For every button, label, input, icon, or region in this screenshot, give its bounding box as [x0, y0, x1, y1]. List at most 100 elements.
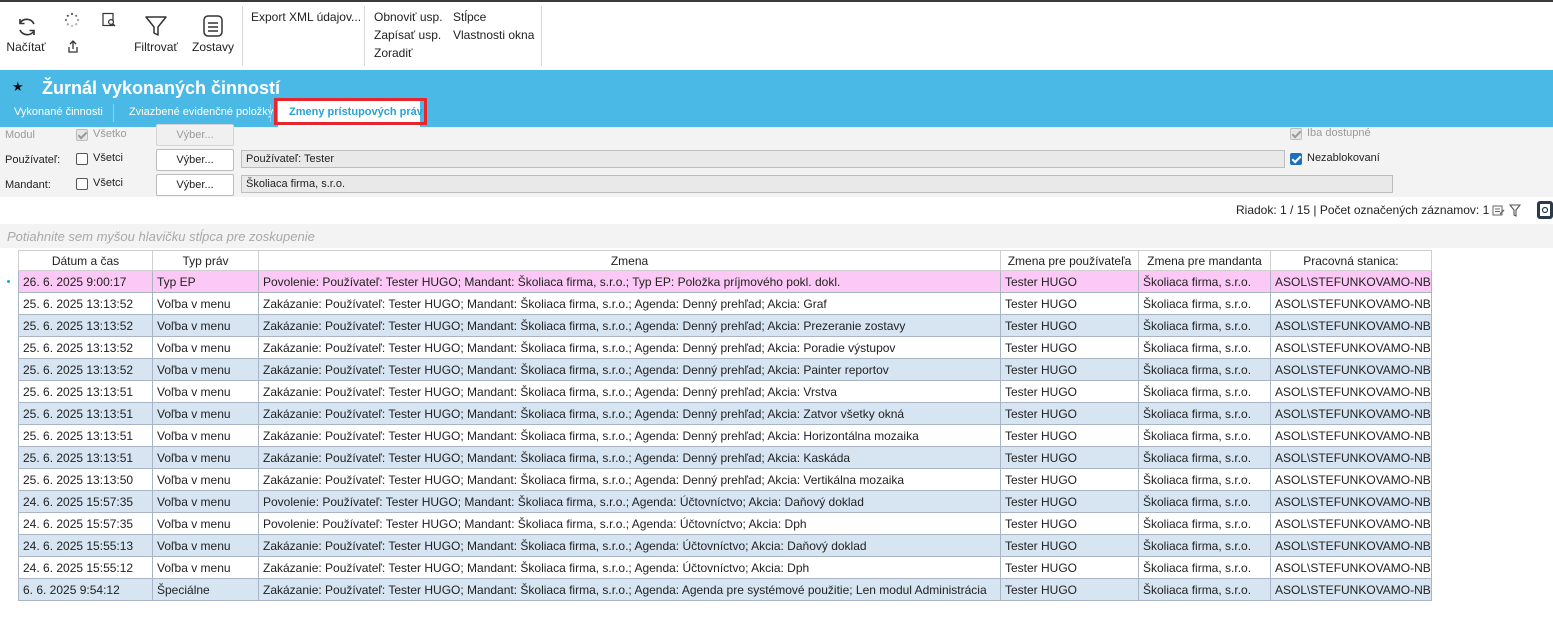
user-select-button[interactable]: Výber... — [156, 149, 234, 171]
loading-spinner-icon[interactable] — [64, 12, 80, 28]
cell-workstation: ASOL\STEFUNKOVAMO-NB — [1270, 578, 1432, 601]
reports-button[interactable]: Zostavy — [191, 14, 235, 66]
table-row[interactable]: 24. 6. 2025 15:57:35 Voľba v menu Povole… — [18, 490, 1432, 513]
load-button[interactable]: Načítať — [4, 14, 48, 66]
cell-workstation: ASOL\STEFUNKOVAMO-NB — [1270, 336, 1432, 359]
columns-button[interactable]: Stĺpce — [453, 10, 486, 24]
cell-change: Povolenie: Používateľ: Tester HUGO; Mand… — [258, 490, 1001, 513]
table-row[interactable]: 25. 6. 2025 13:13:51 Voľba v menu Zakáza… — [18, 380, 1432, 403]
cell-user-change: Tester HUGO — [1000, 468, 1139, 491]
refresh-icon — [19, 18, 35, 36]
filter-button[interactable]: Filtrovať — [134, 14, 178, 66]
table-row[interactable]: 24. 6. 2025 15:55:12 Voľba v menu Zakáza… — [18, 556, 1432, 579]
column-header-workstation[interactable]: Pracovná stanica: — [1270, 250, 1432, 271]
table-row[interactable]: 25. 6. 2025 13:13:52 Voľba v menu Zakáza… — [18, 336, 1432, 359]
cell-change: Zakázanie: Používateľ: Tester HUGO; Mand… — [258, 424, 1001, 447]
tab-performed-activities[interactable]: Vykonané činnosti — [14, 106, 103, 118]
cell-change: Zakázanie: Používateľ: Tester HUGO; Mand… — [258, 380, 1001, 403]
column-header-datetime[interactable]: Dátum a čas — [18, 250, 153, 271]
user-value-field[interactable]: Používateľ: Tester — [241, 150, 1285, 168]
table-row[interactable]: 25. 6. 2025 13:13:52 Voľba v menu Zakáza… — [18, 292, 1432, 315]
cell-user-change: Tester HUGO — [1000, 402, 1139, 425]
cell-change: Zakázanie: Používateľ: Tester HUGO; Mand… — [258, 556, 1001, 579]
table-row[interactable]: 25. 6. 2025 13:13:52 Voľba v menu Zakáza… — [18, 314, 1432, 337]
cell-datetime: 24. 6. 2025 15:57:35 — [18, 512, 153, 535]
table-row[interactable]: 24. 6. 2025 15:57:35 Voľba v menu Povole… — [18, 512, 1432, 535]
cell-user-change: Tester HUGO — [1000, 446, 1139, 469]
cell-mandant-change: Školiaca firma, s.r.o. — [1138, 578, 1271, 601]
cell-datetime: 25. 6. 2025 13:13:52 — [18, 292, 153, 315]
group-by-drop-area[interactable]: Potiahnite sem myšou hlavičku stĺpca pre… — [0, 224, 1553, 248]
module-all-checkbox[interactable] — [76, 129, 88, 141]
table-row[interactable]: 24. 6. 2025 15:55:13 Voľba v menu Zakáza… — [18, 534, 1432, 557]
grid-filter-icon[interactable] — [1509, 204, 1521, 217]
refresh-settings-button[interactable]: Obnoviť usp. — [374, 10, 443, 24]
cell-workstation: ASOL\STEFUNKOVAMO-NB — [1270, 402, 1432, 425]
ribbon-separator — [364, 6, 365, 66]
cell-user-change: Tester HUGO — [1000, 292, 1139, 315]
export-xml-button[interactable]: Export XML údajov... — [251, 10, 361, 24]
table-row[interactable]: 6. 6. 2025 9:54:12 Špeciálne Zakázanie: … — [18, 578, 1432, 601]
table-row[interactable]: 25. 6. 2025 13:13:51 Voľba v menu Zakáza… — [18, 424, 1432, 447]
side-panel-icon[interactable] — [1535, 200, 1553, 220]
document-search-icon[interactable] — [101, 12, 117, 28]
column-header-change[interactable]: Zmena — [258, 250, 1001, 271]
user-label: Používateľ: — [5, 154, 61, 166]
column-header-user-change[interactable]: Zmena pre používateľa — [1000, 250, 1139, 271]
cell-user-change: Tester HUGO — [1000, 512, 1139, 535]
cell-rights-type: Voľba v menu — [152, 424, 259, 447]
only-available-label: Iba dostupné — [1307, 127, 1371, 139]
cell-datetime: 25. 6. 2025 13:13:51 — [18, 424, 153, 447]
mandant-select-button[interactable]: Výber... — [156, 174, 234, 196]
cell-datetime: 25. 6. 2025 13:13:52 — [18, 358, 153, 381]
record-status-text: Riadok: 1 / 15 | Počet označených záznam… — [1236, 203, 1490, 217]
sort-button[interactable]: Zoradiť — [374, 46, 413, 60]
favorite-star-icon[interactable]: ★ — [12, 79, 24, 95]
share-export-icon[interactable] — [65, 39, 81, 55]
cell-user-change: Tester HUGO — [1000, 534, 1139, 557]
save-settings-button[interactable]: Zapísať usp. — [374, 28, 441, 42]
table-row[interactable]: 26. 6. 2025 9:00:17 Typ EP Povolenie: Po… — [18, 270, 1432, 293]
table-row[interactable]: 25. 6. 2025 13:13:52 Voľba v menu Zakáza… — [18, 358, 1432, 381]
column-header-mandant-change[interactable]: Zmena pre mandanta — [1138, 250, 1271, 271]
module-select-button[interactable]: Výber... — [156, 124, 234, 146]
cell-user-change: Tester HUGO — [1000, 270, 1139, 293]
mandant-value-field[interactable]: Školiaca firma, s.r.o. — [241, 175, 1393, 193]
cell-mandant-change: Školiaca firma, s.r.o. — [1138, 446, 1271, 469]
cell-rights-type: Voľba v menu — [152, 512, 259, 535]
cell-user-change: Tester HUGO — [1000, 556, 1139, 579]
cell-change: Povolenie: Používateľ: Tester HUGO; Mand… — [258, 512, 1001, 535]
table-row[interactable]: 25. 6. 2025 13:13:50 Voľba v menu Zakáza… — [18, 468, 1432, 491]
tab-separator — [270, 104, 271, 122]
cell-workstation: ASOL\STEFUNKOVAMO-NB — [1270, 534, 1432, 557]
cell-change: Zakázanie: Používateľ: Tester HUGO; Mand… — [258, 314, 1001, 337]
group-by-hint: Potiahnite sem myšou hlavičku stĺpca pre… — [7, 229, 315, 244]
cell-rights-type: Špeciálne — [152, 578, 259, 601]
user-all-checkbox[interactable] — [76, 153, 88, 165]
cell-rights-type: Voľba v menu — [152, 490, 259, 513]
reports-list-icon — [203, 15, 223, 37]
column-header-rights-type[interactable]: Typ práv — [152, 250, 259, 271]
cell-workstation: ASOL\STEFUNKOVAMO-NB — [1270, 424, 1432, 447]
table-row[interactable]: 25. 6. 2025 13:13:51 Voľba v menu Zakáza… — [18, 446, 1432, 469]
window-properties-button[interactable]: Vlastnosti okna — [453, 28, 534, 42]
cell-datetime: 24. 6. 2025 15:57:35 — [18, 490, 153, 513]
cell-change: Zakázanie: Používateľ: Tester HUGO; Mand… — [258, 446, 1001, 469]
tab-linked-records[interactable]: Zviazbené evidenčné položky — [129, 106, 273, 118]
load-label: Načítať — [6, 40, 46, 54]
cell-user-change: Tester HUGO — [1000, 490, 1139, 513]
cell-change: Povolenie: Používateľ: Tester HUGO; Mand… — [258, 270, 1001, 293]
table-row[interactable]: 25. 6. 2025 13:13:51 Voľba v menu Zakáza… — [18, 402, 1432, 425]
cell-mandant-change: Školiaca firma, s.r.o. — [1138, 358, 1271, 381]
mandant-label: Mandant: — [5, 179, 51, 191]
selection-edit-icon[interactable] — [1492, 204, 1505, 217]
cell-rights-type: Voľba v menu — [152, 292, 259, 315]
cell-datetime: 24. 6. 2025 15:55:12 — [18, 556, 153, 579]
cell-change: Zakázanie: Používateľ: Tester HUGO; Mand… — [258, 402, 1001, 425]
cell-user-change: Tester HUGO — [1000, 424, 1139, 447]
cell-datetime: 25. 6. 2025 13:13:52 — [18, 314, 153, 337]
mandant-all-checkbox[interactable] — [76, 178, 88, 190]
unblocked-checkbox[interactable] — [1290, 153, 1302, 165]
ribbon-separator — [541, 6, 542, 66]
only-available-checkbox[interactable] — [1290, 128, 1302, 140]
